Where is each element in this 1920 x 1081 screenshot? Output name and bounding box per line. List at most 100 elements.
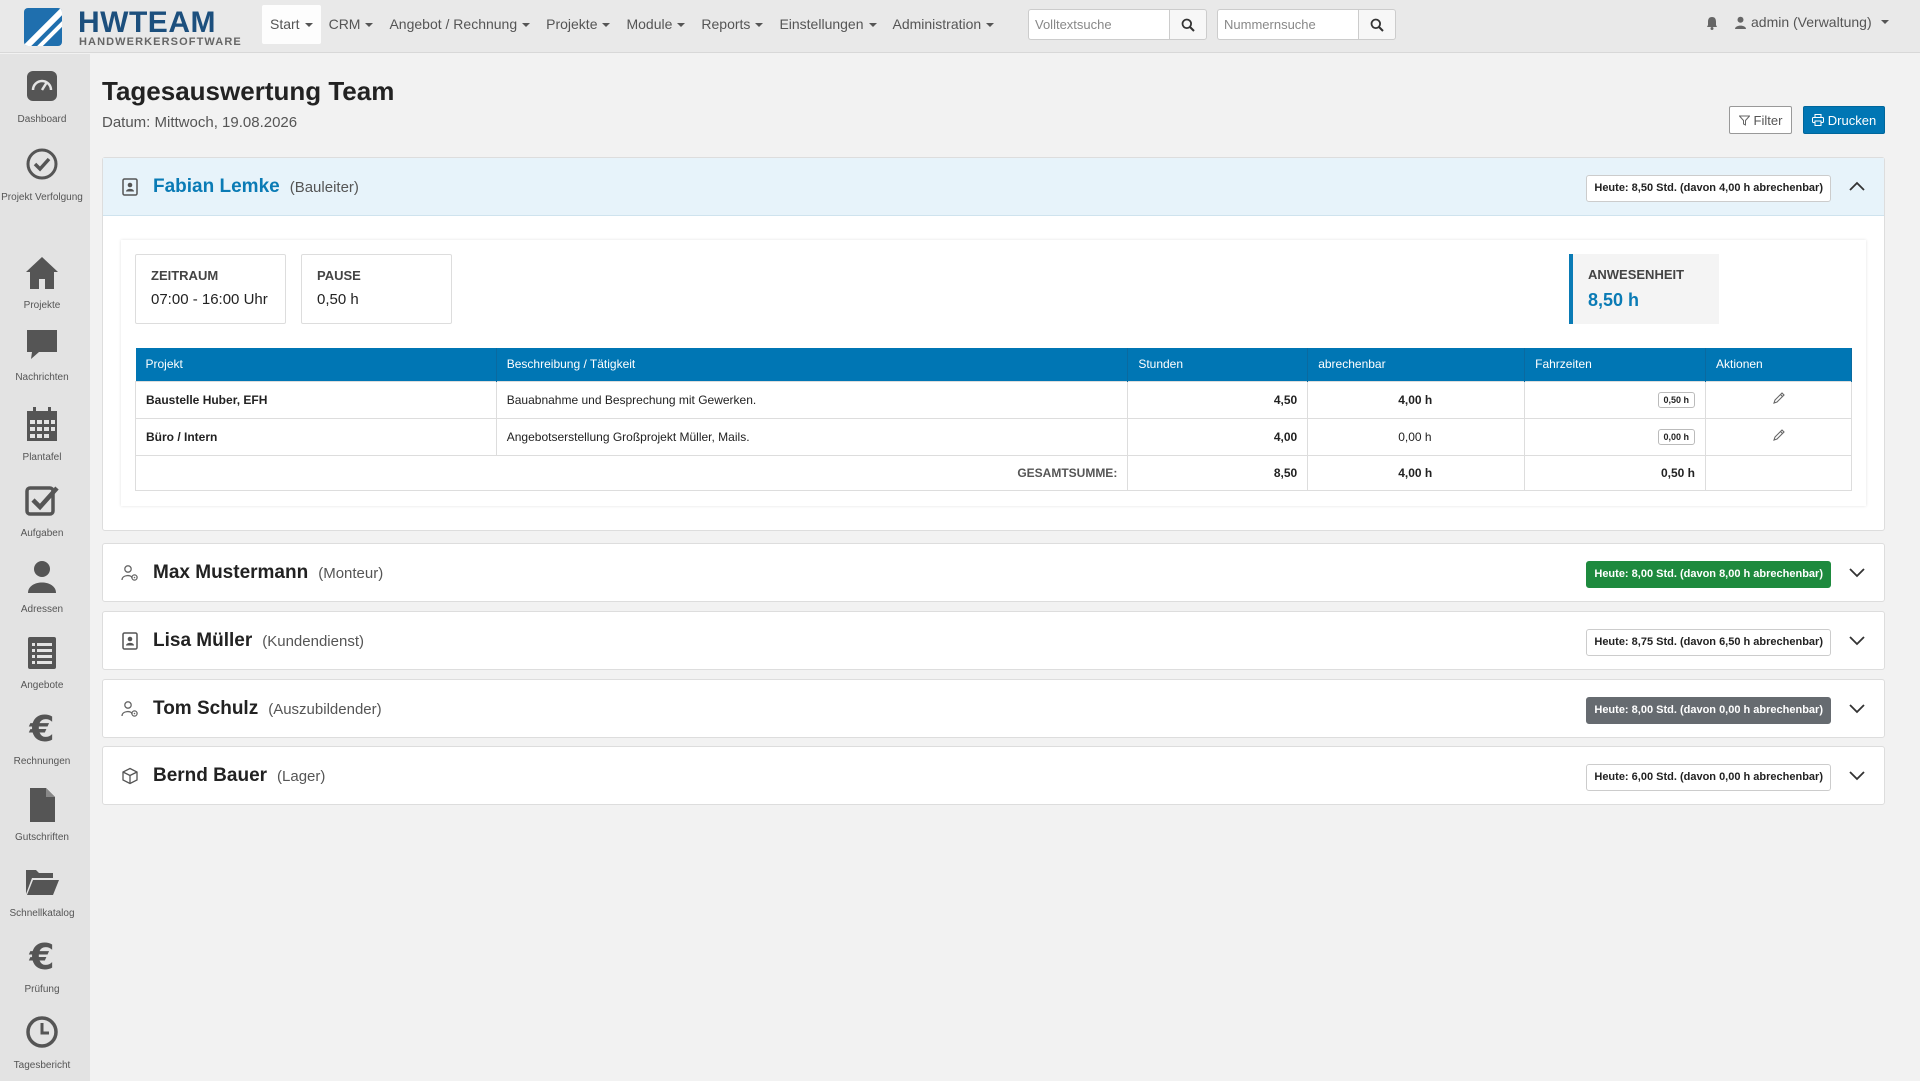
number-search-input[interactable]	[1217, 9, 1358, 40]
bell-icon[interactable]	[1704, 15, 1720, 31]
caret-down-icon	[602, 23, 611, 28]
sidebar-item-gutschriften[interactable]: Gutschriften	[0, 786, 90, 858]
employee-card: Lisa Müller (Kundendienst) Heute: 8,75 St…	[102, 611, 1885, 670]
time-entries-table: Projekt Beschreibung / Tätigkeit Stunden…	[134, 348, 1852, 491]
nav-crm-label: CRM	[328, 16, 361, 32]
column-header[interactable]: Stunden	[1127, 348, 1309, 381]
nav-module[interactable]: Module	[618, 5, 693, 44]
page-date: Datum: Mittwoch, 19.08.2026	[102, 114, 298, 131]
column-header[interactable]: Aktionen	[1705, 348, 1852, 381]
user-icon	[28, 561, 56, 593]
pencil-icon[interactable]	[1772, 428, 1786, 442]
nav-start[interactable]: Start	[262, 5, 321, 44]
employee-role: (Kundendienst)	[262, 633, 364, 650]
nav-angebot-rechnung[interactable]: Angebot / Rechnung	[381, 5, 538, 44]
table-header-row: Projekt Beschreibung / Tätigkeit Stunden…	[135, 348, 1852, 381]
sidebar-label-schnellkatalog: Schnellkatalog	[9, 908, 75, 919]
fulltext-search-input[interactable]	[1028, 9, 1169, 40]
hours-cell: 4,50	[1127, 380, 1309, 419]
travel-cell: 0,00 h	[1524, 417, 1707, 456]
anwesenheit-value: 8,50 h	[1588, 290, 1640, 310]
billable-cell: 4,00 h	[1307, 380, 1526, 419]
employee-card-header[interactable]: Max Mustermann (Monteur) Heute: 8,00 Std.…	[103, 544, 1884, 602]
print-button[interactable]: Drucken	[1803, 106, 1885, 134]
main-nav: Start CRM Angebot / Rechnung Projekte Mo…	[262, 5, 1002, 44]
employee-card-header[interactable]: Fabian Lemke (Bauleiter) Heute: 8,50 Std.…	[103, 158, 1884, 216]
print-button-label: Drucken	[1827, 112, 1877, 128]
nav-reports-label: Reports	[701, 16, 751, 32]
sidebar-item-aufgaben[interactable]: Aufgaben	[0, 482, 90, 554]
column-header[interactable]: Beschreibung / Tätigkeit	[496, 348, 1129, 381]
sidebar-item-projekt-verfolgung[interactable]: Projekt Verfolgung	[0, 146, 90, 218]
euro-icon: €	[28, 710, 54, 748]
hours-badge: Heute: 8,00 Std. (davon 8,00 h abrechenb…	[1586, 561, 1831, 588]
nav-einstellungen[interactable]: Einstellungen	[771, 5, 884, 44]
sidebar-item-projekte[interactable]: Projekte	[0, 254, 90, 326]
top-bar: HWTEAM HANDWERKERSOFTWARE Start CRM Ange…	[0, 0, 1920, 53]
sidebar-label-angebote: Angebote	[20, 680, 64, 691]
description-cell: Bauabnahme und Besprechung mit Gewerken.	[495, 380, 1129, 419]
employee-card: Max Mustermann (Monteur) Heute: 8,00 Std.…	[102, 543, 1885, 602]
employee-card: Fabian Lemke (Bauleiter) Heute: 8,50 Std.…	[102, 157, 1885, 531]
sidebar-item-rechnungen[interactable]: € Rechnungen	[0, 710, 90, 782]
box-icon	[122, 767, 138, 785]
employee-card-header[interactable]: Bernd Bauer (Lager) Heute: 6,00 Std. (dav…	[103, 747, 1884, 805]
caret-down-icon	[677, 23, 686, 28]
column-header[interactable]: Fahrzeiten	[1524, 348, 1707, 381]
employee-role: (Lager)	[277, 768, 326, 785]
employee-card-header[interactable]: Tom Schulz (Auszubildender) Heute: 8,00 S…	[103, 680, 1884, 738]
employee-role: (Bauleiter)	[289, 179, 359, 196]
chevron-down-icon[interactable]	[1848, 768, 1866, 782]
number-search-button[interactable]	[1358, 9, 1396, 40]
dashboard-icon	[27, 71, 57, 101]
employee-role: (Monteur)	[318, 565, 384, 582]
sidebar-item-nachrichten[interactable]: Nachrichten	[0, 326, 90, 398]
chevron-down-icon[interactable]	[1848, 701, 1866, 715]
sidebar-item-pruefung[interactable]: € Prüfung	[0, 938, 90, 1010]
sidebar-label-dashboard: Dashboard	[17, 114, 67, 125]
filter-button[interactable]: Filter	[1729, 106, 1792, 134]
chevron-down-icon[interactable]	[1848, 633, 1866, 647]
svg-text:€: €	[28, 710, 54, 748]
employee-card-header[interactable]: Lisa Müller (Kundendienst) Heute: 8,75 St…	[103, 612, 1884, 670]
column-header[interactable]: Projekt	[135, 348, 497, 381]
sidebar-item-tagesbericht[interactable]: Tagesbericht	[0, 1014, 90, 1081]
employee-name: Max Mustermann (Monteur)	[153, 562, 383, 584]
sidebar-label-aufgaben: Aufgaben	[20, 528, 64, 539]
column-header[interactable]: abrechenbar	[1307, 348, 1526, 381]
id-card-icon	[122, 178, 138, 196]
sidebar-item-adressen[interactable]: Adressen	[0, 558, 90, 630]
project-cell: Baustelle Huber, EFH	[135, 380, 497, 419]
user-label: admin (Verwaltung)	[1751, 14, 1872, 30]
pencil-icon[interactable]	[1772, 391, 1786, 405]
brand-logo[interactable]: HWTEAM HANDWERKERSOFTWARE	[24, 6, 244, 48]
filter-button-label: Filter	[1753, 112, 1783, 128]
chat-icon	[27, 330, 57, 359]
employee-card: Bernd Bauer (Lager) Heute: 6,00 Std. (dav…	[102, 746, 1885, 805]
sidebar-label-adressen: Adressen	[20, 604, 64, 615]
chevron-down-icon[interactable]	[1848, 565, 1866, 579]
nav-crm[interactable]: CRM	[321, 5, 382, 44]
sum-actions-cell	[1705, 454, 1852, 491]
user-menu[interactable]: admin (Verwaltung)	[1734, 14, 1889, 30]
employee-name: Tom Schulz (Auszubildender)	[153, 698, 382, 720]
hours-cell: 4,00	[1127, 417, 1309, 456]
employee-name-text: Bernd Bauer	[153, 765, 268, 786]
sidebar-item-dashboard[interactable]: Dashboard	[0, 68, 90, 140]
chevron-up-icon[interactable]	[1848, 179, 1866, 193]
sidebar-label-projekt-verfolgung: Projekt Verfolgung	[1, 192, 83, 203]
sidebar-item-plantafel[interactable]: Plantafel	[0, 406, 90, 478]
nav-reports[interactable]: Reports	[693, 5, 771, 44]
sum-label: GESAMTSUMME:	[134, 454, 1129, 491]
caret-down-icon	[755, 23, 764, 28]
nav-administration[interactable]: Administration	[885, 5, 1003, 44]
sidebar-item-schnellkatalog[interactable]: Schnellkatalog	[0, 862, 90, 934]
caret-down-icon	[1880, 20, 1889, 24]
billable-cell: 0,00 h	[1307, 417, 1526, 456]
sidebar-item-angebote[interactable]: Angebote	[0, 634, 90, 706]
travel-cell: 0,50 h	[1524, 380, 1707, 419]
fulltext-search-button[interactable]	[1169, 9, 1207, 40]
list-icon	[28, 637, 56, 669]
pause-value: 0,50 h	[317, 291, 359, 308]
nav-projekte[interactable]: Projekte	[538, 5, 618, 44]
